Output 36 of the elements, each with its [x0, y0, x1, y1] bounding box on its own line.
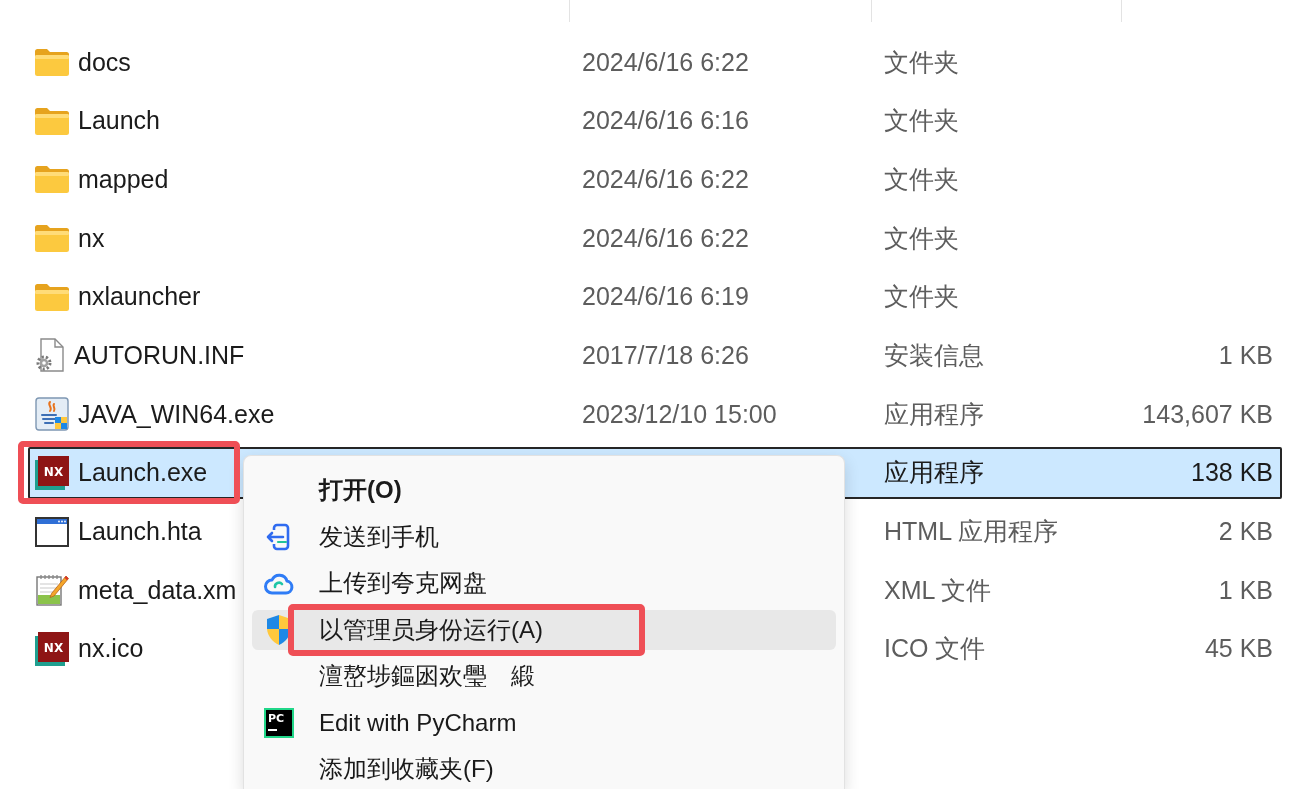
- file-type: 文件夹: [884, 281, 959, 313]
- file-size: 2 KB: [1218, 517, 1273, 546]
- file-size: 138 KB: [1191, 458, 1273, 488]
- modified-date: 2024/6/16 6:16: [582, 106, 749, 135]
- modified-date: 2017/7/18 6:26: [582, 340, 749, 369]
- file-type: 安装信息: [884, 339, 984, 371]
- file-name: Launch.hta: [78, 517, 202, 546]
- file-name: nx: [78, 223, 105, 253]
- file-name: docs: [78, 47, 131, 77]
- file-name: mapped: [78, 164, 169, 194]
- file-name: JAVA_WIN64.exe: [78, 399, 275, 429]
- file-name: Launch.exe: [78, 458, 208, 488]
- modified-date: 2024/6/16 6:22: [582, 47, 749, 76]
- file-size: 1 KB: [1218, 575, 1273, 605]
- file-type: 应用程序: [884, 398, 984, 430]
- file-name: AUTORUN.INF: [74, 340, 245, 370]
- file-size: 45 KB: [1204, 634, 1273, 664]
- modified-date: 2024/6/16 6:22: [582, 164, 749, 193]
- logo-icon: PC: [264, 707, 294, 738]
- file-size: 1 KB: [1218, 340, 1273, 370]
- modified-date: 2023/12/10 15:00: [582, 399, 777, 428]
- file-type: HTML 应用程序: [884, 516, 1059, 547]
- file-type: 文件夹: [884, 46, 959, 78]
- file-name: nxlauncher: [78, 282, 201, 312]
- file-type: 文件夹: [884, 163, 959, 195]
- file-name: meta_data.xm: [78, 575, 237, 605]
- file-size: 143,607 KB: [1142, 399, 1273, 429]
- file-name: nx.ico: [78, 634, 144, 664]
- file-name: Launch: [78, 106, 161, 136]
- modified-date: 2024/6/16 6:22: [582, 223, 749, 252]
- file-type: 文件夹: [884, 222, 959, 254]
- file-type: 应用程序: [884, 457, 984, 489]
- file-type: ICO 文件: [884, 633, 986, 665]
- modified-date: 2024/6/16 6:19: [582, 282, 749, 311]
- file-type: 文件夹: [884, 105, 959, 137]
- file-type: XML 文件: [884, 574, 992, 606]
